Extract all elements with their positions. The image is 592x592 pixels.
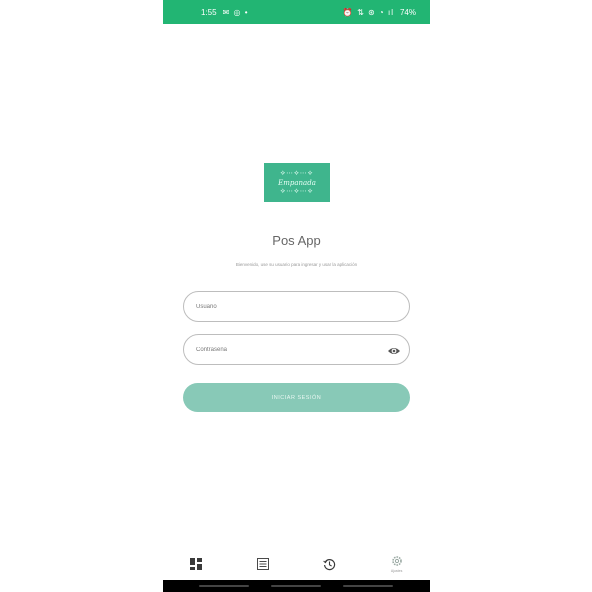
password-field[interactable] xyxy=(183,334,410,365)
nav-item-settings-label: Ajustes xyxy=(390,569,403,573)
page-title: Pos App xyxy=(272,233,321,248)
login-button[interactable]: Iniciar sesión xyxy=(183,383,410,412)
status-left: 1:55 ✉ ◎ • xyxy=(201,8,249,17)
gesture-pill-right xyxy=(343,585,393,587)
bottom-nav: Ajustes xyxy=(163,548,430,580)
status-bar: 1:55 ✉ ◎ • ⏰ ⇅ ⊛ ◔ ıl 74% xyxy=(163,0,430,24)
nav-item-history[interactable] xyxy=(310,548,350,580)
status-right: ⏰ ⇅ ⊛ ◔ ıl 74% xyxy=(343,8,416,17)
logo-ornament-top: ⟡⋯⟡⋯⟡ xyxy=(280,169,314,177)
status-time: 1:55 xyxy=(201,7,217,17)
page-subtitle: Bienvenido, use su usuario para ingresar… xyxy=(235,262,358,267)
history-icon xyxy=(323,558,336,571)
username-field[interactable] xyxy=(183,291,410,322)
app-logo: ⟡⋯⟡⋯⟡ Empanada ⟡⋯⟡⋯⟡ xyxy=(264,163,330,202)
settings-icon xyxy=(391,555,403,567)
gesture-bar xyxy=(163,580,430,592)
system-icons: ⏰ ⇅ ⊛ ◔ ıl xyxy=(342,7,394,17)
notification-icons: ✉ ◎ • xyxy=(222,7,249,17)
dashboard-icon xyxy=(190,558,203,570)
battery-level: 74% xyxy=(399,7,416,17)
eye-icon[interactable] xyxy=(387,344,401,356)
gesture-pill-center xyxy=(271,585,321,587)
logo-ornament-bottom: ⟡⋯⟡⋯⟡ xyxy=(280,187,314,195)
list-icon xyxy=(257,558,270,570)
phone-screen: 1:55 ✉ ◎ • ⏰ ⇅ ⊛ ◔ ıl 74% ⟡⋯⟡⋯⟡ Empanada… xyxy=(163,0,430,592)
username-input[interactable] xyxy=(184,292,364,321)
logo-brand-text: Empanada xyxy=(278,178,316,187)
gesture-pill-left xyxy=(199,585,249,587)
nav-item-dashboard[interactable] xyxy=(176,548,216,580)
nav-item-settings[interactable]: Ajustes xyxy=(377,548,417,580)
password-input[interactable] xyxy=(184,335,364,364)
nav-item-list[interactable] xyxy=(243,548,283,580)
